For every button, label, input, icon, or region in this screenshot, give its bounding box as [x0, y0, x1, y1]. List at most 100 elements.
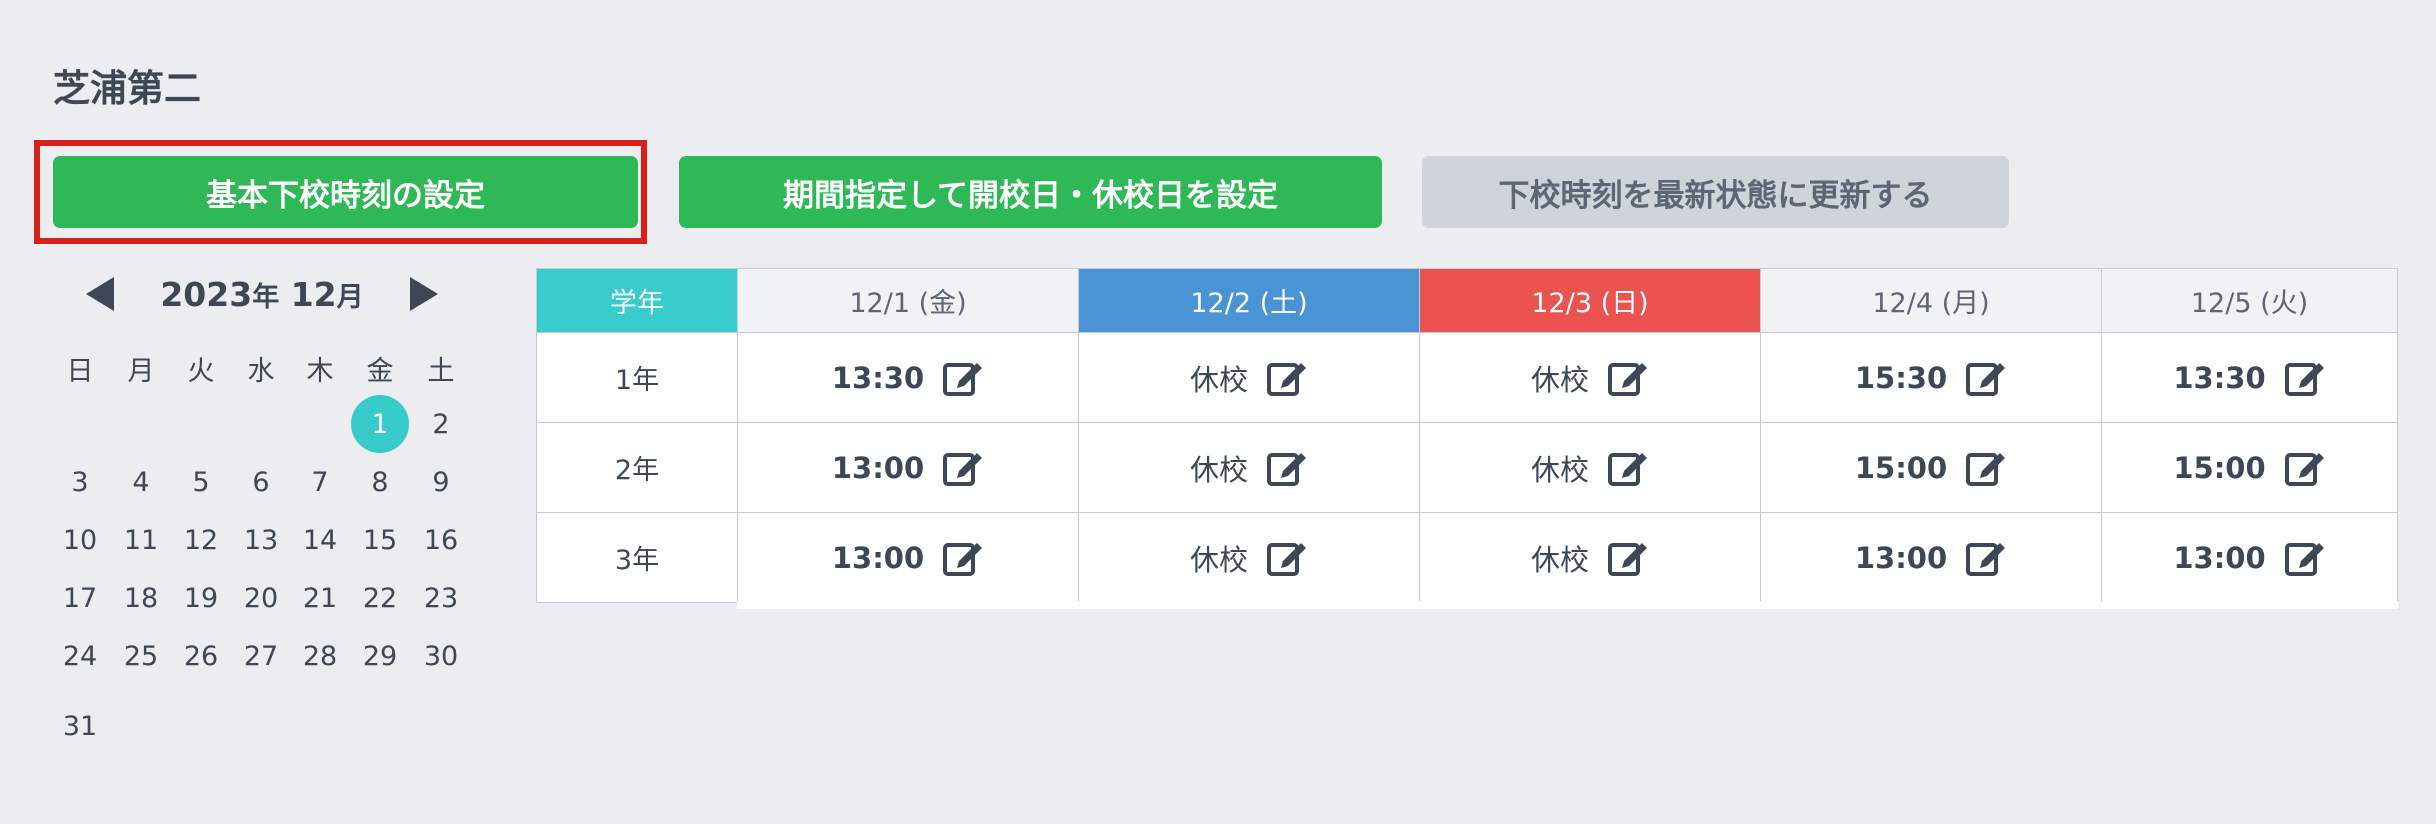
calendar-day-number: 24 [62, 640, 98, 672]
calendar-day[interactable]: 6 [231, 454, 291, 510]
calendar-day-number: 13 [243, 524, 279, 556]
dismissal-time: 13:00 [831, 540, 925, 575]
calendar-day[interactable]: 12 [171, 512, 231, 568]
table-bottom-edge [737, 601, 2398, 609]
calendar-day[interactable]: 30 [411, 628, 471, 684]
calendar-day-number: 31 [62, 710, 98, 742]
calendar-day-number: 15 [362, 524, 398, 556]
closed-label: 休校 [1530, 362, 1589, 397]
calendar-day-number: 7 [311, 466, 329, 498]
calendar-day[interactable]: 31 [50, 698, 110, 754]
calendar-day[interactable]: 28 [290, 628, 350, 684]
edit-icon[interactable] [942, 539, 984, 577]
calendar-day[interactable]: 27 [231, 628, 291, 684]
time-cell-content: 休校 [1079, 537, 1419, 579]
edit-icon[interactable] [1965, 359, 2007, 397]
calendar-year-unit: 年 [252, 281, 280, 313]
calendar-day[interactable]: 18 [111, 570, 171, 626]
dismissal-time: 13:30 [831, 360, 925, 395]
calendar-day[interactable]: 26 [171, 628, 231, 684]
calendar-day-number: 25 [123, 640, 159, 672]
calendar-day[interactable]: 29 [350, 628, 410, 684]
edit-icon[interactable] [1607, 539, 1649, 577]
calendar-day-number: 6 [252, 466, 270, 498]
calendar-day-number: 26 [183, 640, 219, 672]
edit-icon[interactable] [2284, 359, 2326, 397]
calendar-day[interactable]: 7 [290, 454, 350, 510]
calendar-month-label: 2023年 12月 [160, 275, 363, 314]
calendar-day[interactable]: 20 [231, 570, 291, 626]
calendar-day[interactable]: 16 [411, 512, 471, 568]
calendar-day[interactable]: 21 [290, 570, 350, 626]
closed-label: 休校 [1530, 542, 1589, 577]
closed-label: 休校 [1189, 542, 1248, 577]
edit-icon[interactable] [1965, 449, 2007, 487]
time-cell: 休校 [1078, 512, 1420, 603]
grade-cell: 3年 [536, 512, 738, 603]
edit-icon[interactable] [1266, 359, 1308, 397]
time-cell-content: 13:00 [738, 449, 1078, 487]
schedule-table: 学年 12/1 (金) 12/2 (土) 12/3 (日) 12/4 (月) 12/5 (… [536, 268, 2398, 603]
time-cell: 休校 [1419, 512, 1761, 603]
calendar-day-number: 23 [423, 582, 459, 614]
calendar-day[interactable]: 17 [50, 570, 110, 626]
next-month-icon[interactable] [409, 277, 438, 311]
calendar-day[interactable]: 2 [411, 396, 471, 452]
calendar-day[interactable]: 23 [411, 570, 471, 626]
dismissal-time: 15:00 [2173, 450, 2266, 485]
calendar-day-number: 18 [123, 582, 159, 614]
time-cell-content: 15:30 [1761, 359, 2101, 397]
dismissal-time: 13:30 [2173, 360, 2266, 395]
dismissal-time: 15:30 [1854, 360, 1948, 395]
edit-icon[interactable] [1607, 449, 1649, 487]
calendar-day-number: 22 [362, 582, 398, 614]
calendar-header: 2023年 12月 [86, 268, 438, 320]
calendar-day-number: 29 [362, 640, 398, 672]
calendar-day[interactable]: 25 [111, 628, 171, 684]
date-header: 12/4 (月) [1760, 268, 2102, 333]
edit-icon[interactable] [1266, 449, 1308, 487]
calendar-day[interactable]: 24 [50, 628, 110, 684]
prev-month-icon[interactable] [86, 277, 114, 311]
time-cell-content: 休校 [1079, 447, 1419, 489]
calendar-day[interactable]: 4 [111, 454, 171, 510]
calendar-day-number: 1 [351, 395, 409, 453]
edit-icon[interactable] [1266, 539, 1308, 577]
edit-icon[interactable] [2284, 539, 2326, 577]
weekday-label: 水 [247, 355, 275, 387]
edit-icon[interactable] [1965, 539, 2007, 577]
calendar-day-number: 20 [243, 582, 279, 614]
basic-time-button[interactable]: 基本下校時刻の設定 [53, 156, 638, 228]
edit-icon[interactable] [942, 359, 984, 397]
refresh-button[interactable]: 下校時刻を最新状態に更新する [1422, 156, 2009, 228]
calendar-day-selected[interactable]: 1 [350, 395, 410, 453]
time-cell-content: 休校 [1079, 357, 1419, 399]
time-cell-content: 13:00 [738, 539, 1078, 577]
calendar-day[interactable]: 13 [231, 512, 291, 568]
time-cell-content: 13:30 [738, 359, 1078, 397]
calendar-month-unit: 月 [336, 281, 364, 313]
edit-icon[interactable] [2284, 449, 2326, 487]
table-row: 2年 13:00 休校 休校 15:00 15:00 [536, 422, 2398, 513]
calendar-day[interactable]: 14 [290, 512, 350, 568]
calendar-day[interactable]: 22 [350, 570, 410, 626]
time-cell: 13:00 [737, 512, 1079, 603]
time-cell: 15:00 [2101, 422, 2398, 513]
calendar-day[interactable]: 15 [350, 512, 410, 568]
edit-icon[interactable] [1607, 359, 1649, 397]
date-header: 12/2 (土) [1078, 268, 1420, 333]
time-cell: 休校 [1078, 422, 1420, 513]
calendar-day[interactable]: 5 [171, 454, 231, 510]
calendar-day[interactable]: 19 [171, 570, 231, 626]
calendar-day-number: 5 [192, 466, 210, 498]
time-cell: 15:00 [1760, 422, 2102, 513]
weekday-label: 月 [127, 355, 155, 387]
edit-icon[interactable] [942, 449, 984, 487]
period-setting-button[interactable]: 期間指定して開校日・休校日を設定 [679, 156, 1382, 228]
calendar-day[interactable]: 11 [111, 512, 171, 568]
time-cell-content: 13:30 [2102, 359, 2397, 397]
calendar-day[interactable]: 3 [50, 454, 110, 510]
calendar-day[interactable]: 9 [411, 454, 471, 510]
calendar-day[interactable]: 10 [50, 512, 110, 568]
calendar-day[interactable]: 8 [350, 454, 410, 510]
